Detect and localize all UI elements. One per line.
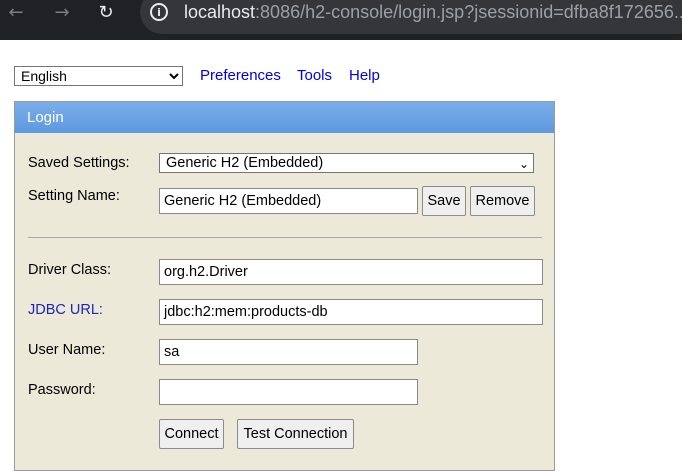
jdbc-url-label[interactable]: JDBC URL: bbox=[28, 302, 103, 318]
login-title: Login bbox=[15, 102, 554, 133]
language-select[interactable]: English bbox=[14, 66, 183, 86]
save-button[interactable]: Save bbox=[422, 186, 466, 216]
test-connection-button[interactable]: Test Connection bbox=[237, 419, 354, 449]
saved-settings-select[interactable]: Generic H2 (Embedded) ⌄ bbox=[159, 153, 534, 173]
setting-name-label: Setting Name: bbox=[28, 188, 120, 204]
help-link[interactable]: Help bbox=[349, 67, 380, 84]
user-name-input[interactable]: sa bbox=[159, 339, 418, 365]
user-name-label: User Name: bbox=[28, 342, 106, 358]
saved-settings-label: Saved Settings: bbox=[28, 155, 130, 171]
reload-icon[interactable]: ↻ bbox=[90, 0, 122, 24]
browser-toolbar: ← → ↻ i localhost:8086/h2-console/login.… bbox=[0, 0, 682, 40]
setting-name-input[interactable]: Generic H2 (Embedded) bbox=[159, 188, 418, 214]
tools-link[interactable]: Tools bbox=[297, 67, 332, 84]
driver-class-input[interactable]: org.h2.Driver bbox=[159, 259, 543, 285]
password-input[interactable] bbox=[159, 379, 418, 405]
password-label: Password: bbox=[28, 382, 96, 398]
login-panel: Login Saved Settings: Generic H2 (Embedd… bbox=[14, 101, 555, 471]
url-text[interactable]: localhost:8086/h2-console/login.jsp?jses… bbox=[184, 0, 682, 24]
remove-button[interactable]: Remove bbox=[470, 186, 535, 216]
url-path: :8086/h2-console/login.jsp?jsessionid=df… bbox=[255, 2, 682, 22]
back-arrow-icon[interactable]: ← bbox=[0, 0, 32, 24]
saved-settings-value: Generic H2 (Embedded) bbox=[166, 155, 324, 171]
jdbc-url-input[interactable]: jdbc:h2:mem:products-db bbox=[159, 299, 543, 325]
forward-arrow-icon[interactable]: → bbox=[46, 0, 78, 24]
preferences-link[interactable]: Preferences bbox=[200, 67, 281, 84]
info-icon[interactable]: i bbox=[150, 3, 168, 21]
url-host: localhost bbox=[184, 2, 256, 22]
chevron-down-icon: ⌄ bbox=[518, 157, 529, 171]
divider bbox=[28, 237, 542, 238]
driver-class-label: Driver Class: bbox=[28, 262, 111, 278]
connect-button[interactable]: Connect bbox=[159, 419, 224, 449]
